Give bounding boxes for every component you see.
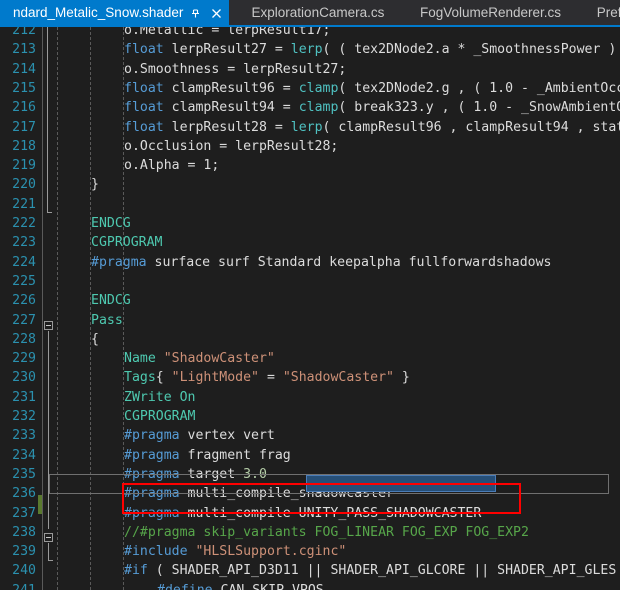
- line-number: 214: [12, 61, 36, 77]
- line-number: 230: [12, 370, 36, 386]
- code-line[interactable]: 214 o.Smoothness = lerpResult27;: [0, 60, 620, 79]
- code-line[interactable]: 241 #define CAN_SKIP_VPOS: [0, 581, 620, 590]
- code-line[interactable]: 239 #include "HLSLSupport.cginc": [0, 542, 620, 561]
- code-line[interactable]: 213 float lerpResult27 = lerp( ( tex2DNod…: [0, 40, 620, 59]
- line-text: ZWrite On: [124, 389, 196, 405]
- tab-prefab[interactable]: Prefabl: [584, 0, 620, 25]
- tab-label: ndard_Metalic_Snow.shader: [13, 5, 184, 20]
- line-number: 238: [12, 524, 36, 540]
- tab-label: FogVolumeRenderer.cs: [419, 5, 562, 20]
- code-line[interactable]: 237 #pragma multi_compile UNITY_PASS_SHAD…: [0, 504, 620, 523]
- line-number: 234: [12, 447, 36, 463]
- code-line[interactable]: 230 Tags{ "LightMode" = "ShadowCaster" }: [0, 368, 620, 387]
- pin-icon[interactable]: [187, 0, 204, 25]
- line-number: 220: [12, 177, 36, 193]
- code-line[interactable]: 225: [0, 272, 620, 291]
- line-text: Name "ShadowCaster": [124, 351, 275, 367]
- line-text: #pragma vertex vert: [124, 428, 275, 444]
- line-number: 237: [12, 505, 36, 521]
- line-text: #include "HLSLSupport.cginc": [124, 544, 347, 560]
- line-text: o.Alpha = 1;: [124, 158, 220, 174]
- line-text: #pragma multi_compile UNITY_PASS_SHADOWC…: [124, 505, 482, 521]
- line-text: #pragma fragment frag: [124, 447, 291, 463]
- code-line[interactable]: 223 CGPROGRAM: [0, 233, 620, 252]
- code-line[interactable]: 238 //#pragma skip_variants FOG_LINEAR FO…: [0, 523, 620, 542]
- line-number: 225: [12, 273, 36, 289]
- code-line[interactable]: 216 float clampResult94 = clamp( break323…: [0, 98, 620, 117]
- line-text: float lerpResult28 = lerp( clampResult96…: [124, 119, 620, 135]
- code-line[interactable]: 229 Name "ShadowCaster": [0, 349, 620, 368]
- line-text: o.Smoothness = lerpResult27;: [124, 61, 347, 77]
- line-number: 240: [12, 563, 36, 579]
- line-number: 219: [12, 158, 36, 174]
- line-number: 236: [12, 486, 36, 502]
- code-line[interactable]: 217 float lerpResult28 = lerp( clampResul…: [0, 118, 620, 137]
- line-text: Pass: [91, 312, 123, 328]
- line-text: ENDCG: [91, 216, 131, 231]
- code-line[interactable]: 227 Pass: [0, 311, 620, 330]
- code-line[interactable]: 231 ZWrite On: [0, 388, 620, 407]
- line-number: 221: [12, 196, 36, 212]
- line-text: //#pragma skip_variants FOG_LINEAR FOG_E…: [124, 524, 529, 540]
- editor-tab-bar: ndard_Metalic_Snow.shader ExplorationCam…: [0, 0, 620, 25]
- line-number: 223: [12, 235, 36, 251]
- line-number: 232: [12, 409, 36, 424]
- line-number: 227: [12, 312, 36, 328]
- line-number: 228: [12, 331, 36, 347]
- tab-standard-metalic-snow-shader[interactable]: ndard_Metalic_Snow.shader: [0, 0, 229, 25]
- code-line[interactable]: 232 CGPROGRAM: [0, 407, 620, 426]
- line-text: o.Metallic = lerpResult17;: [124, 27, 331, 38]
- line-text: CGPROGRAM: [124, 409, 196, 424]
- code-line[interactable]: 212 o.Metallic = lerpResult17;: [0, 27, 620, 40]
- code-line[interactable]: 219 o.Alpha = 1;: [0, 156, 620, 175]
- line-text: float clampResult94 = clamp( break323.y …: [124, 100, 620, 116]
- code-line[interactable]: 220}: [0, 175, 620, 194]
- line-number: 213: [12, 42, 36, 58]
- line-text: float lerpResult27 = lerp( ( tex2DNode2.…: [124, 42, 617, 58]
- tab-label: ExplorationCamera.cs: [251, 5, 385, 20]
- line-number: 229: [12, 351, 36, 367]
- code-line[interactable]: 226 ENDCG: [0, 291, 620, 310]
- tab-exploration-camera-cs[interactable]: ExplorationCamera.cs: [239, 0, 398, 25]
- line-number: 231: [12, 389, 36, 405]
- line-number: 212: [12, 27, 36, 38]
- code-line[interactable]: 218 o.Occlusion = lerpResult28;: [0, 137, 620, 156]
- line-text: {: [91, 331, 99, 347]
- line-text: float clampResult96 = clamp( tex2DNode2.…: [124, 80, 620, 96]
- vs-editor-window: ndard_Metalic_Snow.shader ExplorationCam…: [0, 0, 620, 590]
- line-number: 224: [12, 254, 36, 270]
- code-line[interactable]: 215 float clampResult96 = clamp( tex2DNod…: [0, 79, 620, 98]
- line-text: }: [91, 177, 99, 193]
- code-line[interactable]: 228 {: [0, 330, 620, 349]
- code-line[interactable]: 221: [0, 195, 620, 214]
- line-number: 222: [12, 216, 36, 231]
- close-icon[interactable]: [208, 0, 225, 25]
- code-line[interactable]: 222 ENDCG: [0, 214, 620, 233]
- tab-fog-volume-renderer-cs[interactable]: FogVolumeRenderer.cs: [407, 0, 574, 25]
- line-number: 217: [12, 119, 36, 135]
- line-text: ENDCG: [91, 293, 131, 309]
- code-editor-surface[interactable]: 212 o.Metallic = lerpResult17; 213 float le…: [0, 27, 620, 590]
- line-text: #if ( SHADER_API_D3D11 || SHADER_API_GLC…: [124, 563, 617, 579]
- line-number: 226: [12, 293, 36, 309]
- line-number: 216: [12, 100, 36, 116]
- code-line[interactable]: 240 #if ( SHADER_API_D3D11 || SHADER_API_…: [0, 561, 620, 580]
- current-statement-box: [49, 474, 609, 494]
- code-line[interactable]: 233 #pragma vertex vert: [0, 426, 620, 445]
- line-text: Tags{ "LightMode" = "ShadowCaster" }: [124, 370, 410, 386]
- code-line[interactable]: 224 #pragma surface surf Standard keepalp…: [0, 253, 620, 272]
- line-number: 239: [12, 544, 36, 560]
- line-number: 235: [12, 466, 36, 482]
- tab-label: Prefabl: [596, 5, 620, 20]
- line-number: 215: [12, 80, 36, 96]
- line-text: o.Occlusion = lerpResult28;: [124, 138, 339, 154]
- line-text: CGPROGRAM: [91, 235, 163, 251]
- line-number: 218: [12, 138, 36, 154]
- line-number: 241: [0, 581, 36, 590]
- line-text: #define CAN_SKIP_VPOS: [157, 581, 324, 590]
- line-text: #pragma surface surf Standard keepalpha …: [91, 254, 552, 270]
- line-number: 233: [12, 428, 36, 444]
- code-line[interactable]: 234 #pragma fragment frag: [0, 446, 620, 465]
